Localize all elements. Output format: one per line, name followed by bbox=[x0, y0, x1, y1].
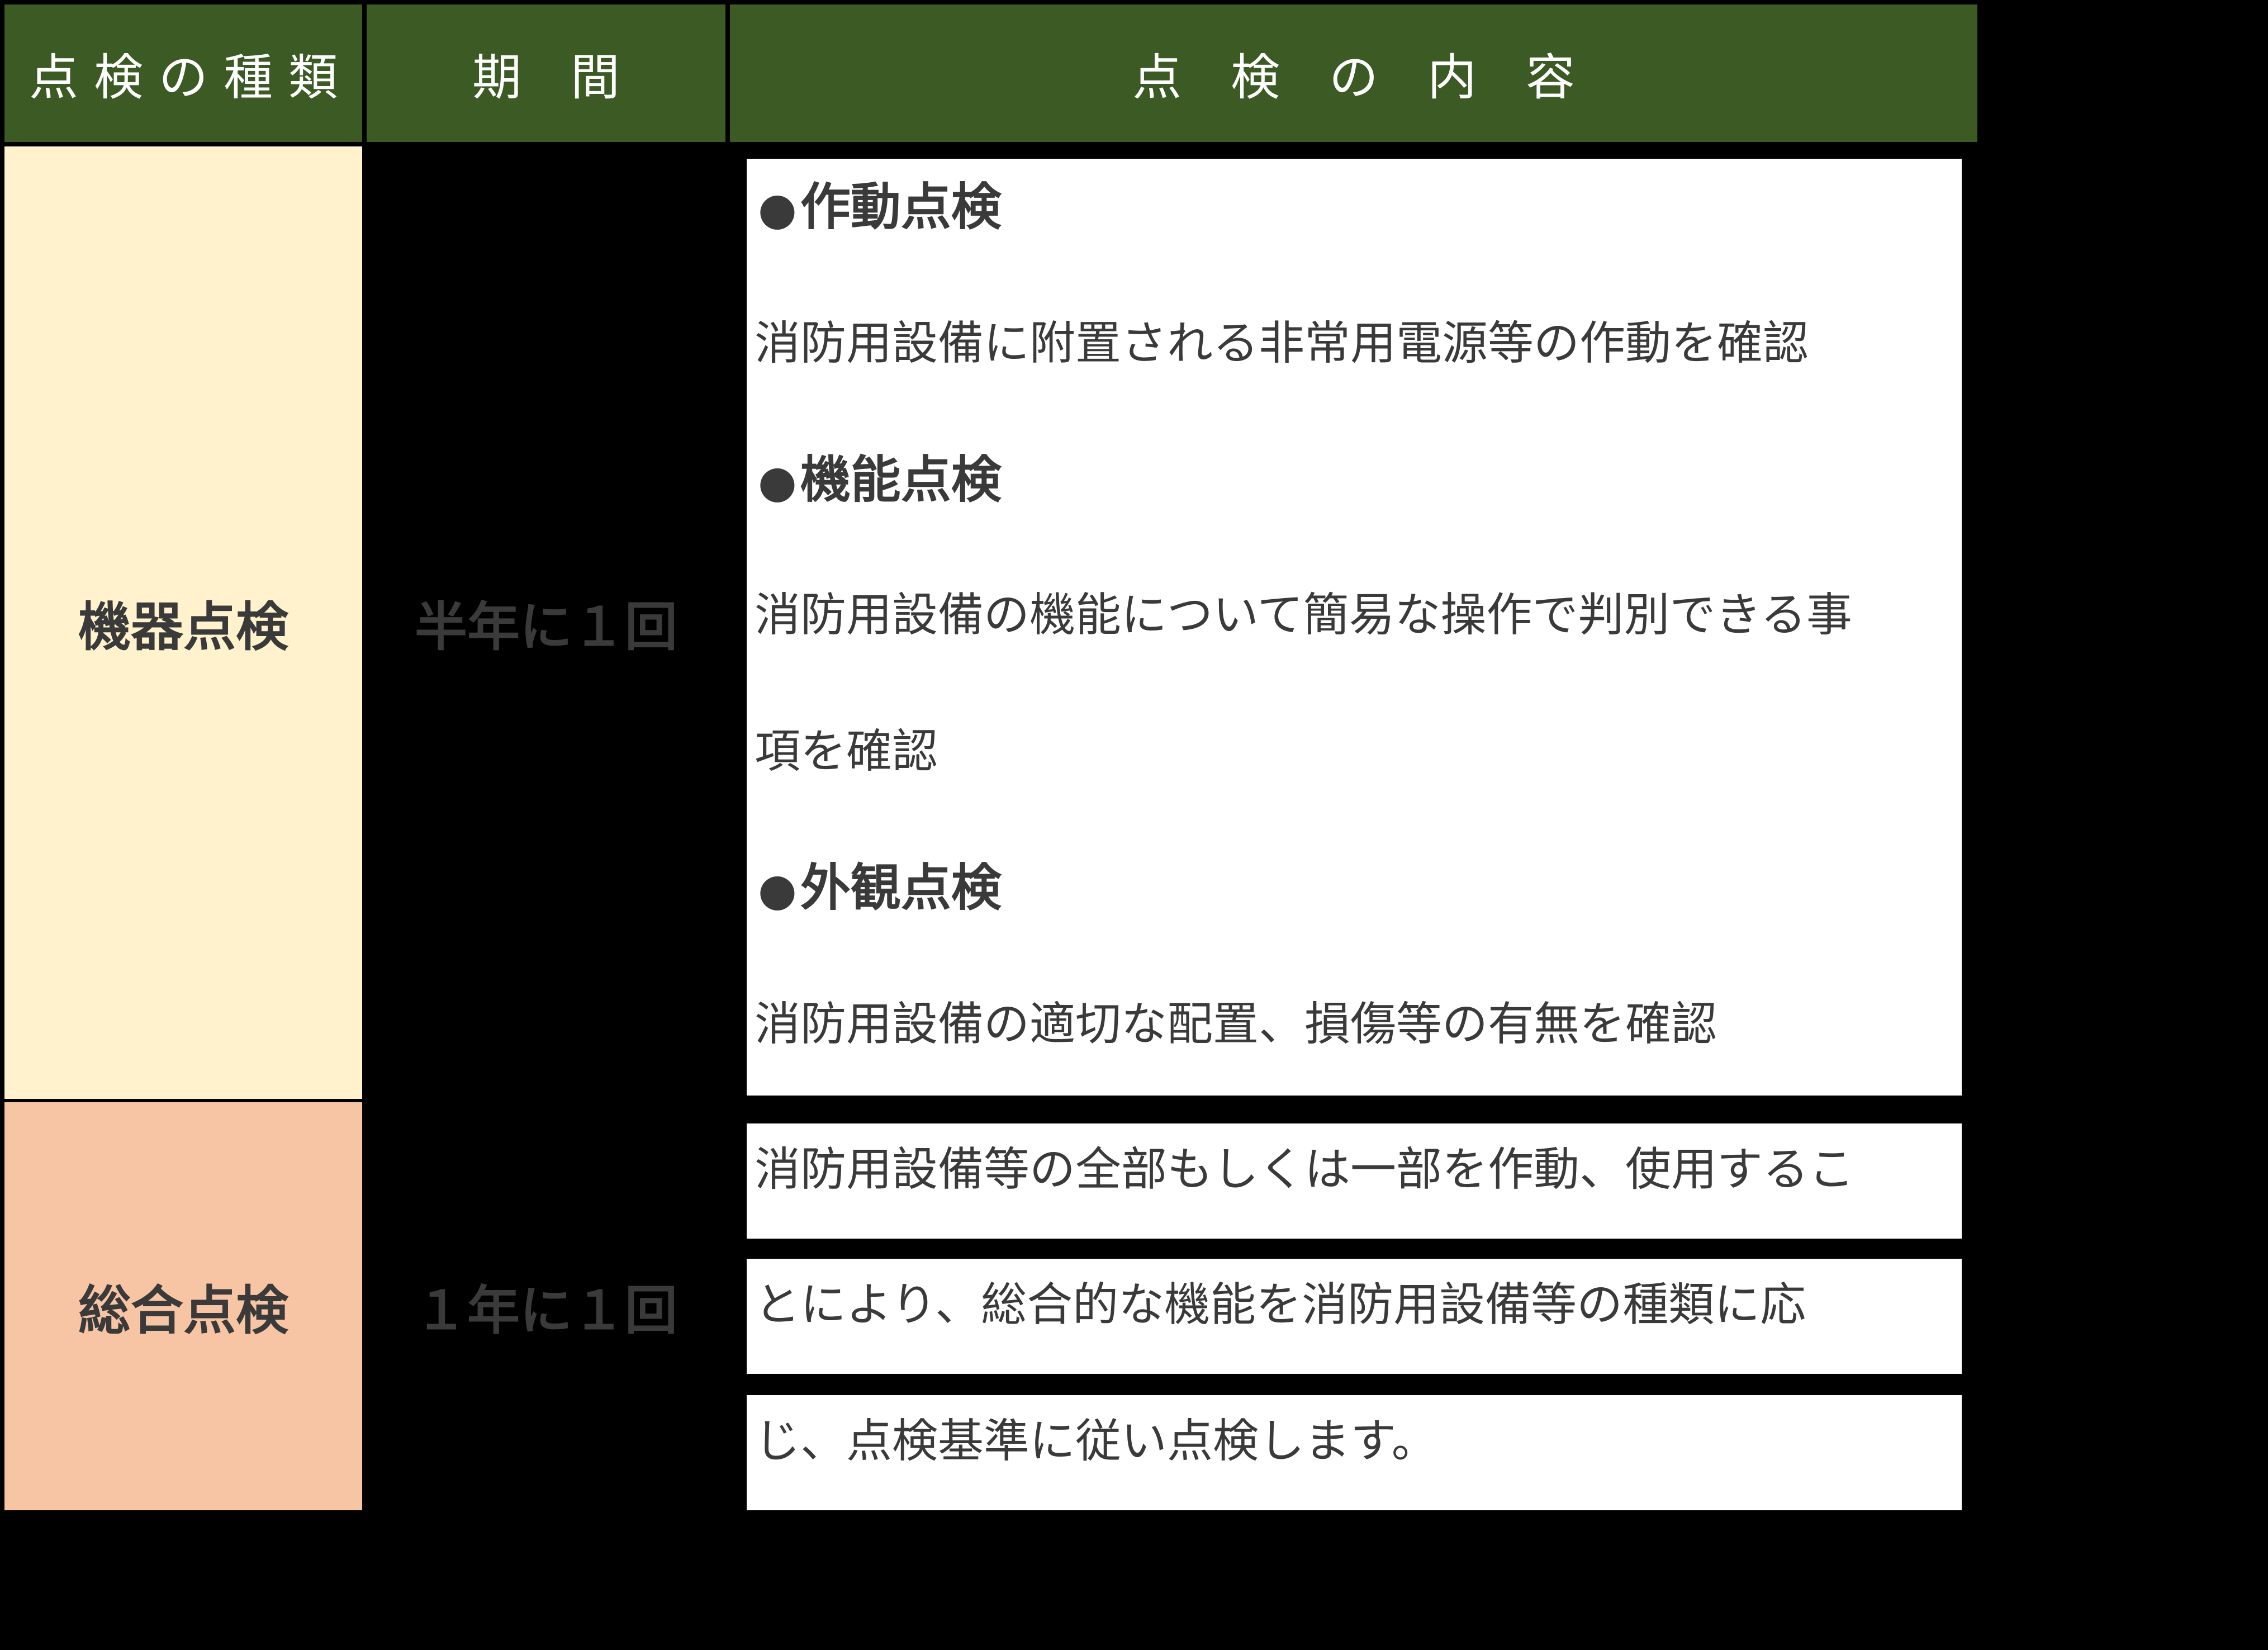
header-content-cell: 点 検 の 内 容 bbox=[730, 4, 1977, 142]
row-device-inspection-period: 半年に１回 bbox=[414, 597, 677, 658]
item-heading-operation: ●作動点検 bbox=[758, 182, 1002, 233]
bullet-icon: ● bbox=[758, 456, 797, 508]
item-text-function-line2: 項を確認 bbox=[755, 725, 938, 778]
row-comprehensive-inspection-period-cell: １年に１回 bbox=[367, 1102, 725, 1510]
comprehensive-line-box-3: じ、点検基準に従い点検します。 bbox=[747, 1395, 1962, 1510]
row-comprehensive-inspection-type: 総合点検 bbox=[78, 1281, 288, 1341]
row-comprehensive-inspection-type-cell: 総合点検 bbox=[4, 1102, 362, 1510]
row-device-inspection-type-cell: 機器点検 bbox=[4, 146, 362, 1099]
comprehensive-line-box-2: とにより、総合的な機能を消防用設備等の種類に応 bbox=[747, 1259, 1962, 1374]
item-heading-appearance: ●外観点検 bbox=[758, 863, 1002, 913]
item-heading-appearance-label: 外観点検 bbox=[800, 859, 1002, 917]
row-device-inspection-type: 機器点検 bbox=[78, 597, 288, 658]
bullet-icon: ● bbox=[758, 864, 797, 916]
row-device-inspection-period-cell: 半年に１回 bbox=[367, 146, 725, 1099]
comprehensive-text-line3: じ、点検基準に従い点検します。 bbox=[755, 1415, 1437, 1468]
row-comprehensive-inspection-period: １年に１回 bbox=[414, 1281, 677, 1341]
item-heading-function: ●機能点検 bbox=[758, 455, 1002, 505]
comprehensive-line-box-1: 消防用設備等の全部もしくは一部を作動、使用するこ bbox=[747, 1123, 1962, 1239]
header-type-cell: 点 検 の 種 類 bbox=[4, 4, 362, 142]
row-device-inspection-content: ●作動点検 消防用設備に附置される非常用電源等の作動を確認 ●機能点検 消防用設… bbox=[747, 159, 1962, 1096]
comprehensive-text-line1: 消防用設備等の全部もしくは一部を作動、使用するこ bbox=[755, 1143, 1855, 1196]
header-period-cell: 期 間 bbox=[367, 4, 725, 142]
item-heading-operation-label: 作動点検 bbox=[800, 178, 1002, 236]
bullet-icon: ● bbox=[758, 183, 797, 235]
item-text-function-line1: 消防用設備の機能について簡易な操作で判別できる事 bbox=[755, 589, 1852, 642]
header-type-label: 点 検 の 種 類 bbox=[29, 48, 338, 106]
header-content-label: 点 検 の 内 容 bbox=[1132, 48, 1575, 106]
header-period-label: 期 間 bbox=[472, 48, 620, 106]
item-text-operation: 消防用設備に附置される非常用電源等の作動を確認 bbox=[755, 317, 1809, 370]
item-heading-function-label: 機能点検 bbox=[800, 451, 1002, 509]
item-text-appearance: 消防用設備の適切な配置、損傷等の有無を確認 bbox=[755, 998, 1717, 1051]
comprehensive-text-line2: とにより、総合的な機能を消防用設備等の種類に応 bbox=[755, 1278, 1806, 1331]
